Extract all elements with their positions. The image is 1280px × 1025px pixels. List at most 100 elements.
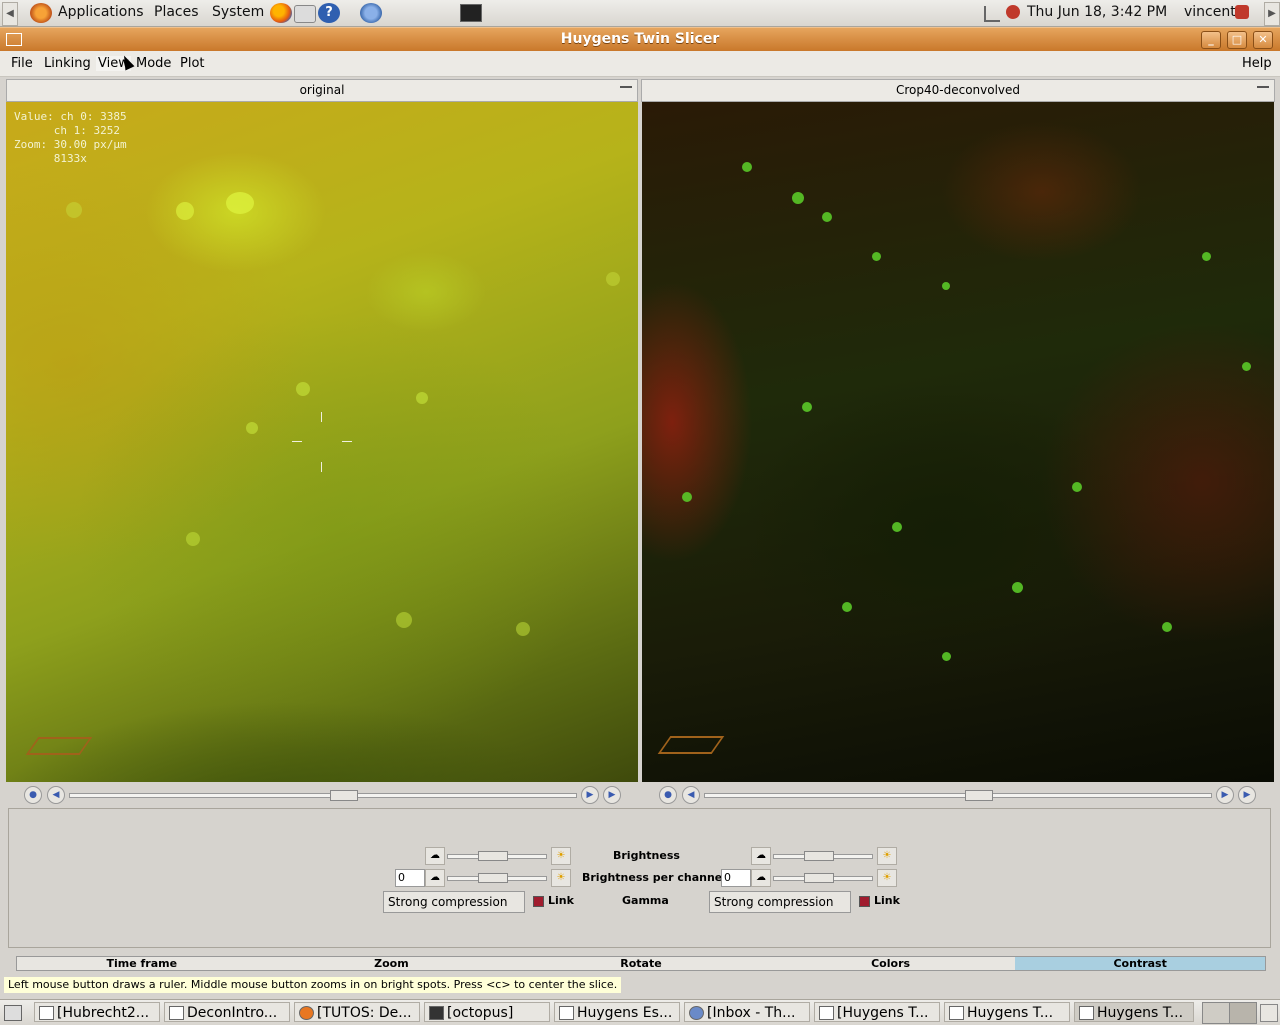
left-play-button[interactable]: ▶ (603, 786, 621, 804)
task-item[interactable]: DeconIntro... (164, 1002, 290, 1022)
right-channel-brightness-decrease-icon[interactable]: ☁ (751, 869, 771, 887)
contrast-panel: Brightness Brightness per channel Gamma … (8, 808, 1271, 948)
deconvolved-image-view[interactable] (642, 102, 1274, 782)
menu-plot[interactable]: Plot (180, 56, 205, 71)
right-link-label: Link (874, 894, 900, 907)
right-slice-knob[interactable] (965, 790, 993, 801)
menu-bar: File Linking View Mode Plot Help (0, 51, 1280, 77)
left-viewer-header[interactable]: original (6, 79, 638, 102)
maximize-button[interactable]: □ (1227, 31, 1247, 49)
left-link-checkbox[interactable] (533, 896, 544, 907)
right-brightness-increase-icon[interactable]: ☀ (877, 847, 897, 865)
task-item[interactable]: [octopus] (424, 1002, 550, 1022)
menu-file[interactable]: File (11, 56, 33, 71)
tab-colors[interactable]: Colors (766, 957, 1016, 970)
left-channel-brightness-slider[interactable] (447, 873, 547, 883)
left-prev-button[interactable]: ◀ (47, 786, 65, 804)
ubuntu-logo-icon[interactable] (30, 3, 52, 23)
right-gamma-value: Strong compression (714, 895, 834, 909)
left-channel-brightness-decrease-icon[interactable]: ☁ (425, 869, 445, 887)
left-viewer-title: original (299, 83, 345, 97)
panel-left-arrow-icon[interactable]: ◀ (2, 2, 18, 26)
brightness-per-channel-label: Brightness per channel (582, 871, 727, 884)
left-channel-spinner[interactable]: 0 (395, 869, 425, 887)
slice-orientation-icon (657, 736, 725, 754)
right-play-button[interactable]: ▶ (1238, 786, 1256, 804)
left-viewer-dropdown-icon[interactable] (620, 86, 632, 95)
clock[interactable]: Thu Jun 18, 3:42 PM (1027, 4, 1167, 20)
tab-time-frame[interactable]: Time frame (17, 957, 267, 970)
left-gamma-value: Strong compression (388, 895, 508, 909)
menu-mode[interactable]: Mode (136, 56, 171, 71)
brightness-label: Brightness (613, 849, 680, 862)
right-center-button[interactable]: ● (659, 786, 677, 804)
right-slice-slider-row: ● ◀ ▶ ▶ (659, 786, 1259, 804)
task-item[interactable]: [Inbox - Th... (684, 1002, 810, 1022)
thunderbird-icon[interactable] (360, 3, 382, 23)
left-gamma-combo[interactable]: Strong compression (383, 891, 525, 913)
right-viewer-header[interactable]: Crop40-deconvolved (641, 79, 1275, 102)
right-channel-spinner[interactable]: 0 (721, 869, 751, 887)
task-item[interactable]: [Huygens T... (814, 1002, 940, 1022)
right-brightness-decrease-icon[interactable]: ☁ (751, 847, 771, 865)
left-slice-slider[interactable] (69, 790, 577, 801)
task-item[interactable]: Huygens T... (944, 1002, 1070, 1022)
right-slice-slider[interactable] (704, 790, 1212, 801)
right-gamma-combo[interactable]: Strong compression (709, 891, 851, 913)
right-brightness-slider[interactable] (773, 851, 873, 861)
places-menu[interactable]: Places (154, 4, 199, 20)
status-hint: Left mouse button draws a ruler. Middle … (4, 977, 622, 993)
top-panel: ◀ Applications Places System ? Thu Jun 1… (0, 0, 1280, 27)
right-channel-brightness-slider[interactable] (773, 873, 873, 883)
gamma-label: Gamma (622, 894, 669, 907)
system-menu[interactable]: System (212, 4, 264, 20)
workspace-switcher-1[interactable] (1202, 1002, 1230, 1024)
show-desktop-icon[interactable] (4, 1005, 22, 1021)
left-brightness-decrease-icon[interactable]: ☁ (425, 847, 445, 865)
window-titlebar[interactable]: Huygens Twin Slicer _ □ ✕ (0, 27, 1280, 52)
task-item[interactable]: Huygens T... (1074, 1002, 1194, 1022)
tab-zoom[interactable]: Zoom (267, 957, 517, 970)
left-next-button[interactable]: ▶ (581, 786, 599, 804)
slice-orientation-icon (25, 737, 93, 755)
network-icon[interactable] (984, 6, 1000, 22)
task-item[interactable]: Huygens Es... (554, 1002, 680, 1022)
shutdown-icon[interactable] (1235, 5, 1249, 19)
menu-linking[interactable]: Linking (44, 56, 91, 71)
tab-rotate[interactable]: Rotate (516, 957, 766, 970)
original-image-view[interactable] (6, 102, 638, 782)
trash-icon[interactable] (1260, 1004, 1278, 1022)
help-icon[interactable]: ? (318, 3, 340, 23)
right-channel-brightness-increase-icon[interactable]: ☀ (877, 869, 897, 887)
left-channel-brightness-increase-icon[interactable]: ☀ (551, 869, 571, 887)
close-button[interactable]: ✕ (1253, 31, 1273, 49)
user-name[interactable]: vincent (1184, 4, 1236, 20)
firefox-icon[interactable] (270, 3, 292, 23)
left-brightness-slider[interactable] (447, 851, 547, 861)
mail-icon[interactable] (294, 5, 316, 23)
right-viewer-title: Crop40-deconvolved (895, 83, 1021, 97)
right-viewer-dropdown-icon[interactable] (1257, 86, 1269, 95)
left-slice-slider-row: ● ◀ ▶ ▶ (24, 786, 624, 804)
menu-help[interactable]: Help (1242, 56, 1272, 71)
left-link-label: Link (548, 894, 574, 907)
right-next-button[interactable]: ▶ (1216, 786, 1234, 804)
right-link-checkbox[interactable] (859, 896, 870, 907)
tool-tabs: Time frame Zoom Rotate Colors Contrast (16, 956, 1266, 971)
right-prev-button[interactable]: ◀ (682, 786, 700, 804)
task-item[interactable]: [TUTOS: De... (294, 1002, 420, 1022)
pixel-value-overlay: Value: ch 0: 3385 ch 1: 3252 Zoom: 30.00… (14, 110, 127, 165)
task-item[interactable]: [Hubrecht2... (34, 1002, 160, 1022)
left-slice-knob[interactable] (330, 790, 358, 801)
terminal-icon[interactable] (460, 4, 482, 22)
minimize-button[interactable]: _ (1201, 31, 1221, 49)
workspace-switcher-2[interactable] (1229, 1002, 1257, 1024)
left-center-button[interactable]: ● (24, 786, 42, 804)
volume-muted-icon[interactable] (1006, 5, 1020, 19)
taskbar: [Hubrecht2... DeconIntro... [TUTOS: De..… (0, 999, 1280, 1025)
applications-menu[interactable]: Applications (58, 4, 144, 20)
panel-right-arrow-icon[interactable]: ▶ (1264, 2, 1280, 26)
tab-contrast[interactable]: Contrast (1015, 957, 1265, 970)
window-title: Huygens Twin Slicer (560, 31, 720, 47)
left-brightness-increase-icon[interactable]: ☀ (551, 847, 571, 865)
